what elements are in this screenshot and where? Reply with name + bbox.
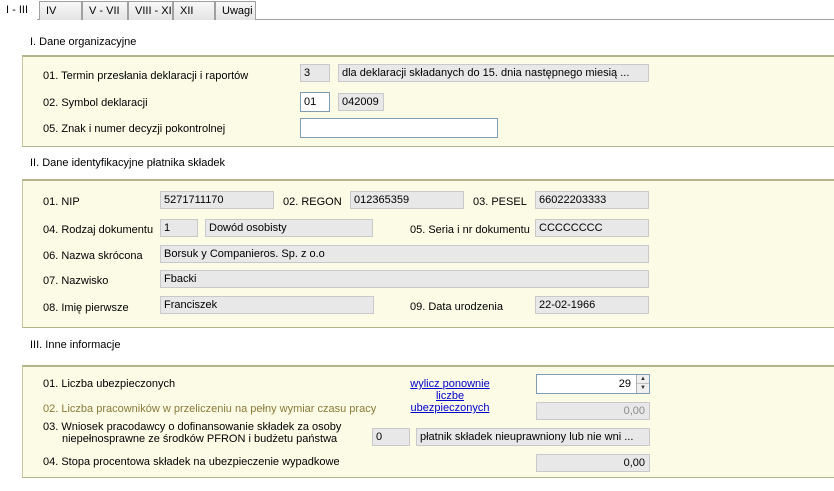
- pesel-label: 03. PESEL: [473, 196, 527, 208]
- declaration-symbol-label: 02. Symbol deklaracji: [43, 97, 148, 109]
- tab-iv[interactable]: IV: [39, 1, 82, 20]
- accident-rate-field: 0,00: [536, 454, 650, 472]
- pesel-field: 66022203333: [535, 191, 649, 209]
- pfron-label-line1: 03. Wniosek pracodawcy o dofinansowanie …: [43, 421, 342, 433]
- deadline-label: 01. Termin przesłania deklaracji i rapor…: [43, 70, 249, 82]
- deadline-code-field: 3: [300, 64, 330, 82]
- document-type-label: 04. Rodzaj dokumentu: [43, 224, 154, 236]
- pfron-description-field: płatnik składek nieuprawniony lub nie wn…: [416, 428, 650, 446]
- nip-label: 01. NIP: [43, 196, 80, 208]
- declaration-symbol-input[interactable]: 01: [300, 92, 330, 112]
- birth-date-label: 09. Data urodzenia: [410, 301, 503, 313]
- document-type-field: Dowód osobisty: [205, 219, 373, 237]
- surname-field: Fbacki: [160, 270, 649, 288]
- document-series-field: CCCCCCCC: [535, 219, 649, 237]
- insured-count-value: 29: [618, 378, 631, 390]
- tab-i-iii[interactable]: I - III: [0, 0, 37, 20]
- deadline-description-field: dla deklaracji składanych do 15. dnia na…: [338, 64, 649, 82]
- recalculate-insured-link[interactable]: wylicz ponownie liczbe ubezpieczonych: [395, 378, 505, 414]
- employees-fte-label: 02. Liczba pracowników w przeliczeniu na…: [43, 403, 377, 415]
- insured-count-input[interactable]: 29 ▲ ▼: [536, 374, 650, 394]
- document-series-label: 05. Seria i nr dokumentu: [410, 224, 530, 236]
- declaration-symbol-value: 042009: [338, 93, 384, 111]
- nip-field: 5271711170: [160, 191, 274, 209]
- tab-uwagi[interactable]: Uwagi: [215, 1, 256, 20]
- insured-count-label: 01. Liczba ubezpieczonych: [43, 378, 176, 390]
- tab-viii-xi[interactable]: VIII - XI: [128, 1, 173, 20]
- insured-count-spinner[interactable]: ▲ ▼: [636, 375, 649, 393]
- tab-i-iii-label: I - III: [6, 4, 28, 16]
- birth-date-field: 22-02-1966: [535, 296, 649, 314]
- decision-number-label: 05. Znak i numer decyzji pokontrolnej: [43, 123, 226, 135]
- short-name-field: Borsuk y Companieros. Sp. z o.o: [160, 245, 649, 263]
- accident-rate-label: 04. Stopa procentowa składek na ubezpiec…: [43, 456, 340, 468]
- short-name-label: 06. Nazwa skrócona: [43, 250, 143, 262]
- section-3-title: III. Inne informacje: [30, 339, 121, 351]
- decision-number-input[interactable]: [300, 118, 498, 138]
- spin-up-icon[interactable]: ▲: [637, 375, 649, 384]
- regon-field: 012365359: [350, 191, 464, 209]
- first-name-field: Franciszek: [160, 296, 374, 314]
- surname-label: 07. Nazwisko: [43, 275, 109, 287]
- section-2-title: II. Dane identyfikacyjne płatnika składe…: [30, 157, 226, 169]
- employees-fte-field: 0,00: [536, 402, 650, 420]
- document-type-code: 1: [160, 219, 198, 237]
- section-1-title: I. Dane organizacyjne: [30, 36, 137, 48]
- tab-v-vii[interactable]: V - VII: [82, 1, 128, 20]
- regon-label: 02. REGON: [283, 196, 342, 208]
- pfron-code-field: 0: [372, 428, 410, 446]
- spin-down-icon[interactable]: ▼: [637, 384, 649, 393]
- tab-xii[interactable]: XII: [173, 1, 215, 20]
- pfron-label-line2: niepełnosprawne ze środków PFRON i budże…: [62, 433, 338, 445]
- first-name-label: 08. Imię pierwsze: [43, 302, 129, 314]
- recalculate-link-line2: ubezpieczonych: [410, 402, 490, 414]
- recalculate-link-line1: wylicz ponownie liczbe: [410, 378, 490, 402]
